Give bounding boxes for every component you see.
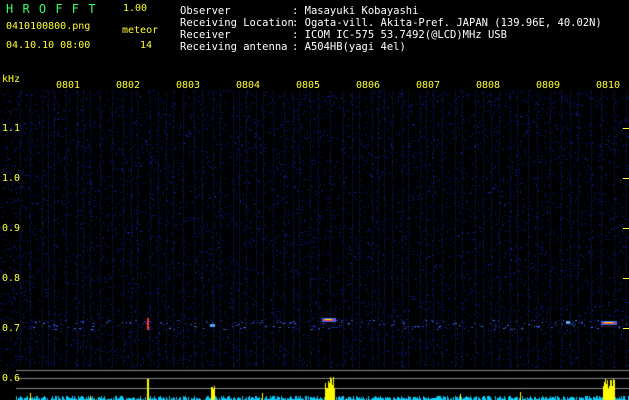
- x-tick-0808: 0808: [476, 80, 501, 91]
- right-tick: [623, 278, 629, 279]
- right-tick: [623, 128, 629, 129]
- info-location-value: : Ogata-vill. Akita-Pref. JAPAN (139.96E…: [292, 17, 602, 29]
- right-tick: [623, 328, 629, 329]
- y-tick-0.6: 0.6: [2, 373, 21, 384]
- x-tick-0805: 0805: [296, 80, 321, 91]
- x-tick-0810: 0810: [596, 80, 621, 91]
- x-tick-0802: 0802: [116, 80, 141, 91]
- info-observer-label: Observer: [180, 5, 231, 17]
- right-tick: [623, 228, 629, 229]
- y-tick-0.9: 0.9: [2, 223, 21, 234]
- app-version: 1.00: [123, 3, 148, 14]
- info-observer-value: : Masayuki Kobayashi: [292, 5, 419, 17]
- y-tick-1.1: 1.1: [2, 123, 21, 134]
- file-name: 0410100800.png: [6, 21, 91, 32]
- x-tick-0809: 0809: [536, 80, 561, 91]
- info-receiver-value: : ICOM IC-575 53.7492(@LCD)MHz USB: [292, 29, 507, 41]
- capture-datetime: 04.10.10 08:00: [6, 40, 91, 51]
- meteor-count: 14: [140, 40, 153, 51]
- x-tick-0803: 0803: [176, 80, 201, 91]
- meteor-label: meteor: [122, 25, 159, 36]
- y-tick-0.8: 0.8: [2, 273, 21, 284]
- info-antenna-label: Receiving antenna: [180, 41, 288, 53]
- info-location-label: Receiving Location: [180, 17, 294, 29]
- right-tick: [623, 178, 629, 179]
- x-tick-0807: 0807: [416, 80, 441, 91]
- y-tick-0.7: 0.7: [2, 323, 21, 334]
- app-logo: H R O F F T: [6, 2, 97, 16]
- info-receiver-label: Receiver: [180, 29, 231, 41]
- x-tick-0804: 0804: [236, 80, 261, 91]
- x-tick-0806: 0806: [356, 80, 381, 91]
- hroft-window: H R O F F T 1.00 0410100800.png meteor 0…: [0, 0, 629, 400]
- y-axis-unit: kHz: [2, 74, 21, 85]
- x-tick-0801: 0801: [56, 80, 81, 91]
- spectrogram: [0, 72, 629, 400]
- y-tick-1.0: 1.0: [2, 173, 21, 184]
- info-antenna-value: : A504HB(yagi 4el): [292, 41, 406, 53]
